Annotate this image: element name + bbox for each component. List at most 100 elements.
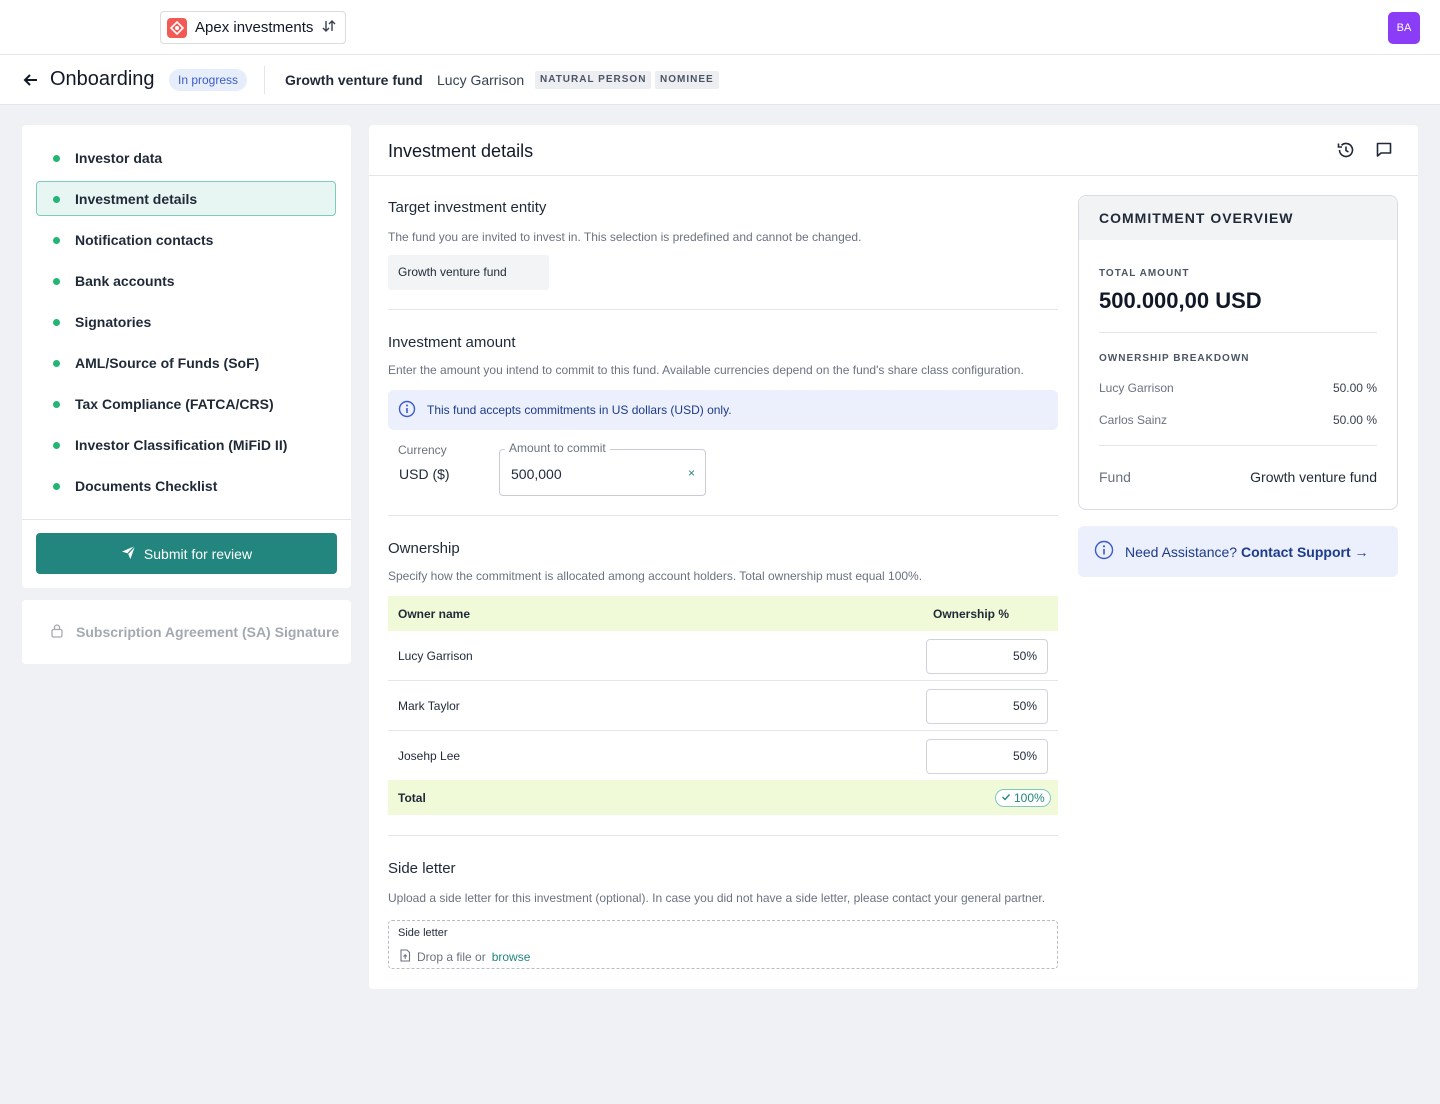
- breakdown-name: Lucy Garrison: [1099, 381, 1174, 395]
- sa-signature-step: Subscription Agreement (SA) Signature: [22, 600, 351, 664]
- sa-label: Subscription Agreement (SA) Signature: [76, 624, 340, 640]
- nav-item-label: Investment details: [75, 190, 198, 207]
- table-header: Owner name Ownership %: [388, 596, 1058, 631]
- header-fund-name: Growth venture fund: [285, 72, 423, 88]
- target-entity-desc: The fund you are invited to invest in. T…: [388, 230, 862, 244]
- info-icon: [1094, 540, 1114, 563]
- overview-divider: [1099, 445, 1377, 446]
- breakdown-row: Lucy Garrison 50.00 %: [1099, 381, 1377, 395]
- commitment-overview-card: COMMITMENT OVERVIEW TOTAL AMOUNT 500.000…: [1078, 195, 1398, 510]
- nav-item-investor-classification[interactable]: Investor Classification (MiFiD II): [36, 427, 336, 462]
- page-title: Onboarding: [50, 68, 155, 90]
- currency-value: USD ($): [399, 466, 450, 482]
- status-dot: [53, 401, 60, 408]
- panel-header: Investment details: [369, 125, 1418, 176]
- history-icon[interactable]: [1335, 139, 1357, 161]
- org-name: Apex investments: [195, 19, 314, 36]
- overview-fund-row: Fund Growth venture fund: [1099, 469, 1377, 485]
- nav-divider: [22, 519, 351, 520]
- status-badge: In progress: [169, 69, 248, 91]
- ownership-title: Ownership: [388, 540, 460, 557]
- nav-item-label: Notification contacts: [75, 231, 214, 248]
- nav-item-documents-checklist[interactable]: Documents Checklist: [36, 468, 336, 503]
- tag-nominee: NOMINEE: [655, 71, 719, 89]
- col-ownership-pct: Ownership %: [933, 607, 1010, 621]
- currency-info-text: This fund accepts commitments in US doll…: [427, 403, 732, 417]
- total-badge: 100%: [995, 789, 1051, 807]
- breakdown-row: Carlos Sainz 50.00 %: [1099, 413, 1377, 427]
- header-divider: [264, 66, 265, 94]
- dropzone-label: Side letter: [398, 927, 448, 939]
- owner-name: Lucy Garrison: [398, 649, 473, 663]
- file-upload-icon: [399, 949, 411, 965]
- comment-icon[interactable]: [1373, 139, 1395, 161]
- nav-item-investor-data[interactable]: Investor data: [36, 140, 336, 175]
- tag-natural-person: NATURAL PERSON: [535, 71, 652, 89]
- target-fund-field: Growth venture fund: [388, 255, 549, 290]
- overview-divider: [1099, 332, 1377, 333]
- breakdown-pct: 50.00 %: [1332, 413, 1377, 427]
- browse-link[interactable]: browse: [492, 950, 531, 964]
- ownership-pct-input[interactable]: 50%: [926, 739, 1048, 774]
- target-entity-title: Target investment entity: [388, 199, 547, 216]
- total-amount-value: 500.000,00 USD: [1099, 288, 1262, 313]
- side-letter-dropzone[interactable]: Side letter Drop a file or browse: [388, 920, 1058, 969]
- status-dot: [53, 155, 60, 162]
- col-owner-name: Owner name: [398, 607, 471, 621]
- overview-title: COMMITMENT OVERVIEW: [1099, 210, 1294, 226]
- nav-item-label: Investor data: [75, 149, 163, 166]
- nav-item-label: Investor Classification (MiFiD II): [75, 436, 288, 453]
- investment-amount-desc: Enter the amount you intend to commit to…: [388, 363, 1024, 377]
- nav-item-notification-contacts[interactable]: Notification contacts: [36, 222, 336, 257]
- nav-item-investment-details[interactable]: Investment details: [36, 181, 336, 216]
- fund-value: Growth venture fund: [1250, 469, 1377, 485]
- table-row: Lucy Garrison 50%: [388, 631, 1058, 681]
- nav-item-bank-accounts[interactable]: Bank accounts: [36, 263, 336, 298]
- currency-info-banner: This fund accepts commitments in US doll…: [388, 390, 1058, 430]
- side-letter-desc: Upload a side letter for this investment…: [388, 891, 1046, 905]
- user-avatar[interactable]: BA: [1388, 12, 1420, 44]
- org-logo-icon: [167, 17, 187, 38]
- nav-item-label: Tax Compliance (FATCA/CRS): [75, 395, 274, 412]
- nav-item-aml[interactable]: AML/Source of Funds (SoF): [36, 345, 336, 380]
- fund-label: Fund: [1099, 469, 1131, 485]
- ownership-breakdown-label: OWNERSHIP BREAKDOWN: [1099, 353, 1250, 364]
- amount-input-value: 500,000: [511, 466, 562, 482]
- nav-item-label: AML/Source of Funds (SoF): [75, 354, 260, 371]
- contact-support-link[interactable]: Contact Support →: [1241, 544, 1369, 560]
- assistance-text: Need Assistance?: [1125, 543, 1238, 560]
- onboarding-steps-nav: Investor data Investment details Notific…: [22, 125, 351, 588]
- send-icon: [121, 545, 136, 563]
- nav-item-signatories[interactable]: Signatories: [36, 304, 336, 339]
- status-dot: [53, 442, 60, 449]
- status-dot: [53, 483, 60, 490]
- side-letter-title: Side letter: [388, 860, 456, 877]
- nav-item-tax-compliance[interactable]: Tax Compliance (FATCA/CRS): [36, 386, 336, 421]
- back-arrow-icon[interactable]: [22, 71, 40, 89]
- nav-item-label: Signatories: [75, 313, 152, 330]
- amount-input-label: Amount to commit: [505, 441, 610, 455]
- total-amount-label: TOTAL AMOUNT: [1099, 268, 1190, 279]
- ownership-pct-input[interactable]: 50%: [926, 689, 1048, 724]
- top-bar: Apex investments BA: [0, 0, 1440, 55]
- breakdown-name: Carlos Sainz: [1099, 413, 1168, 427]
- total-label: Total: [398, 791, 426, 805]
- clear-icon[interactable]: ×: [688, 466, 695, 480]
- org-switcher[interactable]: Apex investments: [160, 11, 347, 44]
- nav-item-label: Bank accounts: [75, 272, 175, 289]
- check-icon: [1001, 790, 1011, 806]
- submit-for-review-button[interactable]: Submit for review: [36, 533, 337, 574]
- investment-details-panel: Investment details Target investment ent…: [369, 125, 1418, 989]
- status-dot: [53, 237, 60, 244]
- ownership-desc: Specify how the commitment is allocated …: [388, 569, 923, 583]
- submit-label: Submit for review: [143, 545, 253, 562]
- ownership-pct-input[interactable]: 50%: [926, 639, 1048, 674]
- switch-icon: [321, 18, 337, 37]
- nav-item-label: Documents Checklist: [75, 477, 218, 494]
- dropzone-hint: Drop a file or browse: [399, 949, 530, 965]
- section-divider: [388, 835, 1058, 836]
- status-dot: [53, 278, 60, 285]
- status-dot: [53, 196, 60, 203]
- breakdown-pct: 50.00 %: [1332, 381, 1377, 395]
- table-total-row: Total 100%: [388, 780, 1058, 815]
